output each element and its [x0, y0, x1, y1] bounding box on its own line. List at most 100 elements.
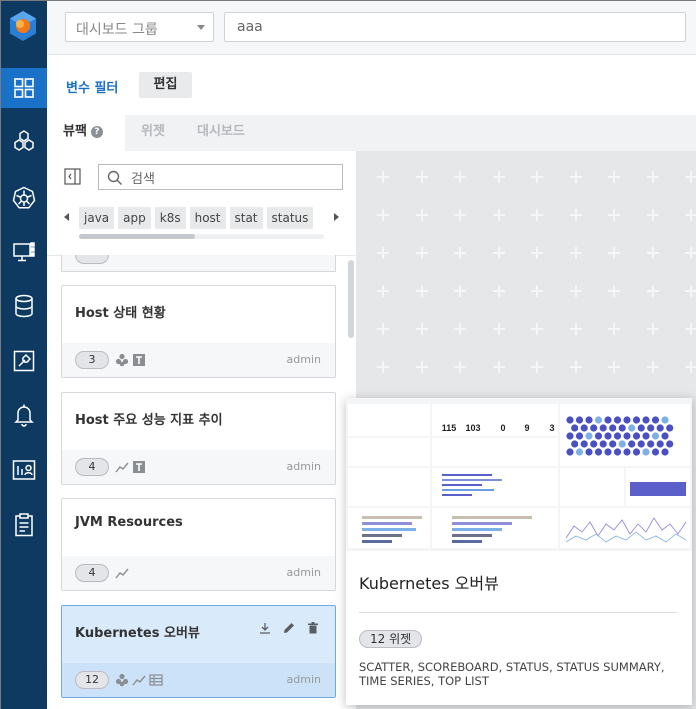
grid-plus-icon	[377, 209, 389, 221]
thumbnail-hex-cell	[642, 416, 650, 424]
viewpack-card[interactable]: JVM Resources 4 admin	[61, 498, 336, 591]
grid-plus-icon	[569, 247, 582, 259]
hexagon-cluster-icon	[115, 353, 129, 367]
grid-plus-icon	[492, 323, 505, 335]
card-title: Host 상태 현황	[75, 306, 166, 321]
grid-plus-icon	[492, 285, 505, 297]
thumbnail-hex-cell	[623, 416, 631, 424]
top-search-input[interactable]: aaa	[224, 12, 686, 42]
download-icon[interactable]	[259, 622, 271, 634]
grid-plus-icon	[569, 361, 582, 373]
nav-hexagons-icon[interactable]	[1, 121, 47, 161]
thumbnail-hex-cell	[566, 416, 574, 424]
viewpack-card[interactable]: Host 상태 현황 3 admin	[61, 285, 336, 378]
variable-filter-link[interactable]: 변수 필터	[66, 77, 118, 96]
tab-widget[interactable]: 위젯	[141, 115, 165, 151]
text-box-icon	[133, 461, 145, 473]
thumbnail-hex-cell	[637, 440, 645, 448]
card-title: Host 주요 성능 지표 추이	[75, 413, 223, 428]
nav-rail	[1, 1, 47, 709]
tags-scrollbar[interactable]	[79, 234, 324, 239]
thumbnail-hex-cell	[590, 424, 598, 432]
viewpack-search-input[interactable]: 검색	[98, 164, 343, 190]
table-icon	[149, 674, 163, 686]
grid-plus-icon	[492, 171, 505, 183]
viewpack-preview-popup: 115 103 0 9 3 Kubernetes 오버뷰 12 위젯 SCATTE	[346, 398, 692, 705]
grid-plus-icon	[608, 361, 620, 373]
tab-dashboard[interactable]: 대시보드	[197, 115, 245, 151]
nav-database-icon[interactable]	[1, 286, 47, 326]
nav-monitor-icon[interactable]	[1, 232, 47, 272]
grid-plus-icon	[492, 361, 505, 373]
search-icon	[107, 170, 122, 185]
thumbnail-stat-value: 9	[524, 423, 529, 433]
tag-status[interactable]: status	[266, 207, 314, 229]
edit-pencil-icon[interactable]	[283, 622, 295, 634]
grid-plus-icon	[531, 323, 543, 335]
viewpack-card-selected[interactable]: Kubernetes 오버뷰 12 admin	[61, 605, 336, 698]
collapse-panel-icon[interactable]	[64, 168, 81, 189]
thumbnail-hex-cell	[604, 432, 612, 440]
tag-java[interactable]: java	[79, 207, 115, 229]
thumbnail-hex-cell	[618, 440, 626, 448]
panel-tabs: 뷰팩? 위젯 대시보드	[47, 115, 696, 151]
thumbnail-hex-cell	[575, 448, 584, 456]
preview-thumbnail: 115 103 0 9 3	[346, 398, 692, 551]
thumbnail-hex-cell	[575, 416, 584, 424]
grid-plus-icon	[492, 247, 505, 259]
grid-plus-icon	[608, 323, 620, 335]
nav-kubernetes-icon[interactable]	[1, 178, 47, 218]
trash-icon[interactable]	[307, 622, 319, 634]
search-placeholder: 검색	[131, 172, 155, 187]
tags-scroll-right-icon[interactable]	[334, 213, 339, 221]
tags-scroll-left-icon[interactable]	[64, 213, 69, 221]
grid-plus-icon	[646, 171, 659, 183]
grid-plus-icon	[531, 361, 543, 373]
nav-clipboard-icon[interactable]	[1, 505, 47, 545]
dashboard-thumbnail-image: 115 103 0 9 3	[346, 398, 692, 551]
dashboard-group-select[interactable]: 대시보드 그룹	[65, 12, 214, 42]
grid-plus-icon	[608, 247, 620, 259]
tag-host[interactable]: host	[189, 207, 226, 229]
tag-k8s[interactable]: k8s	[154, 207, 186, 229]
top-bar: 대시보드 그룹 aaa	[47, 1, 696, 55]
list-item[interactable]	[61, 255, 336, 272]
thumbnail-hex-cell	[594, 416, 603, 424]
grid-plus-icon	[531, 247, 543, 259]
grid-plus-icon	[646, 209, 659, 221]
grid-plus-icon	[531, 209, 543, 221]
edit-button[interactable]: 편집	[139, 72, 192, 98]
grid-plus-icon	[415, 361, 428, 373]
thumbnail-hex-cell	[647, 424, 655, 432]
widget-count-badge: 4	[75, 564, 109, 582]
grid-plus-icon	[377, 361, 389, 373]
thumbnail-hex-cell	[647, 440, 655, 448]
grid-plus-icon	[377, 247, 389, 259]
thumbnail-hex-cell	[632, 432, 641, 440]
thumbnail-hex-cell	[661, 448, 669, 456]
nav-tools-icon[interactable]	[1, 341, 47, 381]
widget-count-badge	[75, 255, 109, 264]
viewpack-card[interactable]: Host 주요 성능 지표 추이 4 admin	[61, 392, 336, 485]
thumbnail-hex-cell	[651, 416, 660, 424]
thumbnail-stat-value: 3	[549, 423, 554, 433]
nav-report-icon[interactable]	[1, 450, 47, 490]
nav-alert-bell-icon[interactable]	[1, 395, 47, 435]
list-scrollbar[interactable]	[348, 260, 354, 338]
tags-scrollbar-thumb[interactable]	[79, 234, 195, 239]
tag-app[interactable]: app	[118, 207, 151, 229]
tag-stat[interactable]: stat	[229, 207, 263, 229]
grid-plus-icon	[454, 209, 466, 221]
nav-dashboard-icon[interactable]	[1, 68, 47, 108]
help-icon[interactable]: ?	[90, 126, 103, 138]
thumbnail-stat-value: 0	[500, 423, 505, 433]
grid-plus-icon	[646, 285, 659, 297]
thumbnail-hex-cell	[661, 432, 669, 440]
app-logo-icon[interactable]	[6, 9, 40, 43]
thumbnail-stat-value: 115	[442, 423, 457, 433]
grid-plus-icon	[569, 323, 582, 335]
grid-plus-icon	[569, 209, 582, 221]
thumbnail-hex-cell	[585, 432, 593, 440]
tab-viewpack[interactable]: 뷰팩?	[47, 115, 125, 151]
grid-plus-icon	[569, 285, 582, 297]
